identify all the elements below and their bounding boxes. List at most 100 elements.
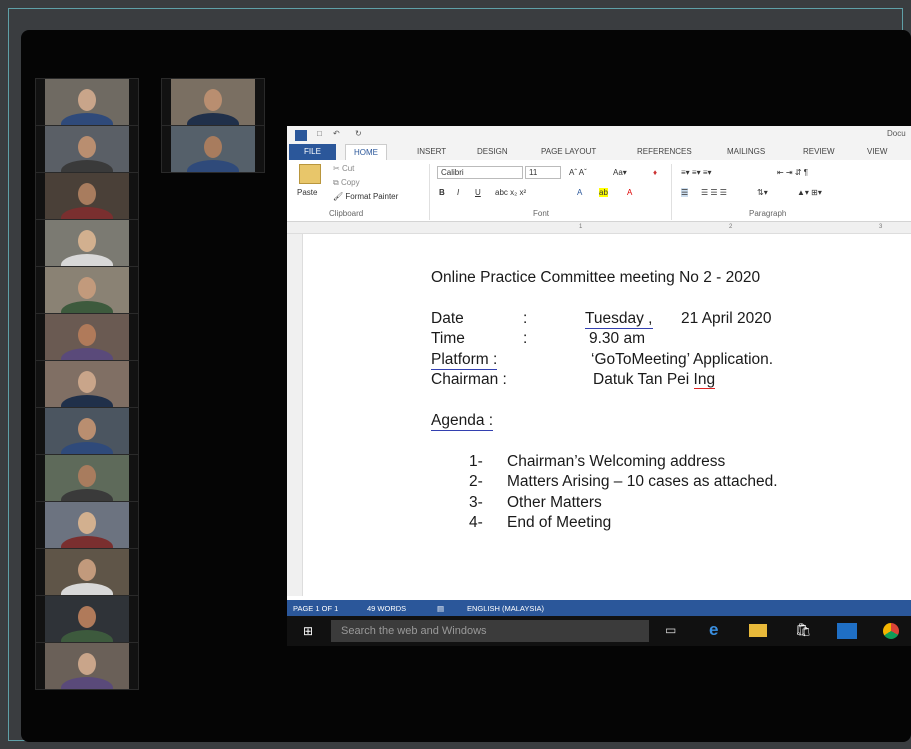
font-color-icon[interactable]: A [627, 188, 632, 197]
agenda-num: 1- [469, 453, 483, 470]
cut-button[interactable]: ✂ Cut [333, 164, 354, 173]
word-count[interactable]: 49 WORDS [367, 604, 406, 613]
participant-video-tile[interactable] [35, 125, 139, 173]
participant-head [78, 324, 96, 346]
agenda-item: End of Meeting [507, 514, 612, 531]
participant-video-tile[interactable] [35, 454, 139, 502]
participant-head [78, 512, 96, 534]
paste-icon[interactable] [299, 164, 321, 184]
participant-video [45, 596, 129, 642]
store-icon[interactable]: 🛍 [795, 622, 812, 638]
grow-font-icon[interactable]: Aˆ Aˇ [569, 168, 587, 177]
participant-video-tile[interactable] [161, 78, 265, 126]
participant-video-tile[interactable] [161, 125, 265, 173]
tab-view[interactable]: VIEW [867, 147, 887, 156]
line-spacing-icon[interactable]: ⇅▾ [757, 188, 768, 197]
windows-taskbar: ⊞ Search the web and Windows ▭ e 🛍 [287, 616, 911, 646]
tab-mailings[interactable]: MAILINGS [727, 147, 765, 156]
cut-label: Cut [341, 164, 355, 173]
redo-icon[interactable]: ↻ [355, 129, 362, 138]
tab-home[interactable]: HOME [345, 144, 387, 160]
ruler-mark: 2 [729, 224, 733, 230]
participant-head [78, 371, 96, 393]
agenda-item: Other Matters [507, 494, 602, 511]
document-page[interactable]: Online Practice Committee meeting No 2 -… [309, 234, 911, 596]
language-indicator[interactable]: ENGLISH (MALAYSIA) [467, 604, 544, 613]
chrome-icon[interactable] [883, 623, 899, 639]
format-painter-label: Format Painter [345, 192, 399, 201]
undo-icon[interactable]: ↶ [333, 129, 340, 138]
participant-video-tile[interactable] [35, 266, 139, 314]
participant-video-tile[interactable] [35, 642, 139, 690]
date-day: Tuesday , [585, 310, 653, 329]
participant-head [78, 465, 96, 487]
taskbar-search-input[interactable]: Search the web and Windows [331, 620, 649, 642]
tab-review[interactable]: REVIEW [803, 147, 835, 156]
bullets-icon[interactable]: ≡▾ ≡▾ ≡▾ [681, 168, 712, 177]
font-name-combo[interactable]: Calibri [437, 166, 523, 179]
format-painter-button[interactable]: 🖌 Format Painter [333, 192, 398, 201]
strikethrough-button[interactable]: abc x₂ x² [495, 188, 526, 197]
edge-browser-icon[interactable]: e [709, 620, 718, 640]
file-explorer-icon[interactable] [749, 624, 767, 637]
participant-video [45, 173, 129, 219]
tab-file[interactable]: FILE [289, 144, 336, 160]
windows-start-icon[interactable]: ⊞ [303, 624, 313, 638]
bold-button[interactable]: B [439, 188, 445, 197]
participant-body [61, 583, 113, 595]
participant-video-tile[interactable] [35, 595, 139, 643]
shading-icon[interactable]: ▲▾ ⊞▾ [797, 188, 822, 197]
document-title: Docu [887, 129, 906, 138]
tab-insert[interactable]: INSERT [417, 147, 446, 156]
time-colon: : [523, 330, 528, 347]
save-icon[interactable]: □ [317, 129, 322, 138]
participant-head [78, 230, 96, 252]
participant-body [61, 677, 113, 689]
participant-body [61, 301, 113, 313]
participant-video-tile[interactable] [35, 313, 139, 361]
participant-body [61, 630, 113, 642]
document-heading: Online Practice Committee meeting No 2 -… [431, 269, 761, 286]
page-count[interactable]: PAGE 1 OF 1 [293, 604, 338, 613]
tab-design[interactable]: DESIGN [477, 147, 508, 156]
proofing-icon[interactable]: ▤ [437, 604, 444, 613]
align-left-icon[interactable]: ☰ [681, 188, 689, 197]
font-size-combo[interactable]: 11 [525, 166, 561, 179]
outlook-icon[interactable] [837, 623, 857, 639]
participant-video-tile[interactable] [35, 360, 139, 408]
participant-head [78, 183, 96, 205]
participant-video-tile[interactable] [35, 548, 139, 596]
horizontal-ruler: 1 2 3 [287, 222, 911, 234]
indent-icon[interactable]: ⇤ ⇥ ⇵ ¶ [777, 168, 808, 177]
clear-format-icon[interactable]: ♦ [653, 168, 657, 177]
underline-button[interactable]: U [475, 188, 481, 197]
copy-button[interactable]: ⧉ Copy [333, 178, 360, 188]
participant-body [61, 254, 113, 266]
change-case-icon[interactable]: Aa▾ [613, 168, 627, 177]
align-center-icon[interactable]: ☰ ☰ ☰ [701, 188, 727, 197]
participant-body [61, 348, 113, 360]
participant-video [45, 126, 129, 172]
tab-page-layout[interactable]: PAGE LAYOUT [541, 147, 596, 156]
highlight-icon[interactable]: ab [599, 188, 608, 197]
chairman-value: Datuk Tan Pei Ing [593, 371, 716, 389]
participant-video-tile[interactable] [35, 219, 139, 267]
font-group-label: Font [533, 209, 550, 218]
task-view-icon[interactable]: ▭ [665, 623, 676, 637]
italic-button[interactable]: I [457, 188, 459, 197]
text-effects-icon[interactable]: A [577, 188, 582, 197]
participant-video [45, 79, 129, 125]
agenda-item: Matters Arising – 10 cases as attached. [507, 473, 778, 490]
participant-video-tile[interactable] [35, 172, 139, 220]
participant-head [78, 418, 96, 440]
participant-video-tile[interactable] [35, 78, 139, 126]
participant-video [45, 314, 129, 360]
platform-value: ‘GoToMeeting’ Application. [591, 351, 774, 368]
paste-button[interactable]: Paste [297, 188, 317, 197]
agenda-title: Agenda : [431, 412, 494, 431]
participant-video-tile[interactable] [35, 407, 139, 455]
vertical-ruler [287, 234, 303, 596]
paragraph-group-label: Paragraph [749, 209, 787, 218]
participant-video-tile[interactable] [35, 501, 139, 549]
tab-references[interactable]: REFERENCES [637, 147, 692, 156]
